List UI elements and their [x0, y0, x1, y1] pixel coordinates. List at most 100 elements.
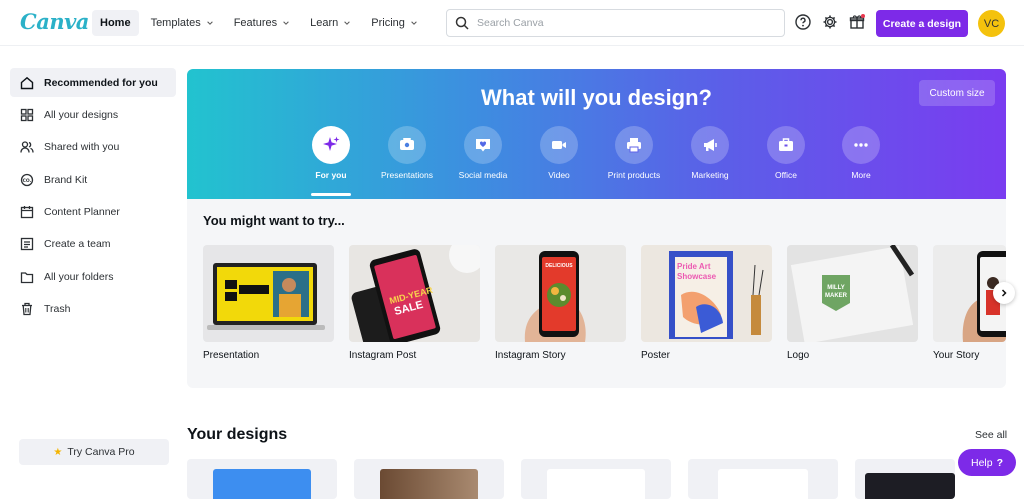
logo-thumb-text-2: MAKER	[825, 293, 848, 299]
suggestion-card-instagram-post[interactable]: MID-YEAR SALE Instagram Post	[349, 245, 480, 361]
poster-thumb-text-1: Pride Art	[677, 262, 711, 271]
help-label: Help	[970, 456, 993, 469]
team-icon	[20, 238, 34, 251]
avatar[interactable]: VC	[978, 10, 1005, 37]
category-label: Presentations	[381, 170, 433, 180]
suggestion-card-poster[interactable]: Pride Art Showcase Poster	[641, 245, 772, 361]
suggestion-card-presentation[interactable]: Presentation	[203, 245, 334, 361]
category-presentations[interactable]: Presentations	[368, 126, 446, 180]
video-icon	[552, 141, 566, 149]
sidebar-item-label: Shared with you	[44, 141, 120, 154]
search-bar[interactable]	[446, 9, 785, 37]
category-circle	[540, 126, 578, 164]
sidebar-item-trash[interactable]: Trash	[10, 295, 176, 324]
help-circle-icon[interactable]	[794, 13, 812, 31]
top-bar: Canva Home Templates Features Learn Pric…	[0, 0, 1024, 46]
gear-icon[interactable]	[821, 13, 839, 31]
sidebar-item-label: All your designs	[44, 108, 119, 121]
design-card[interactable]	[521, 459, 671, 499]
canva-logo[interactable]: Canva	[20, 9, 89, 34]
sidebar-item-all-designs[interactable]: All your designs	[10, 100, 176, 129]
trash-icon	[22, 303, 32, 316]
sidebar-item-label: Trash	[44, 303, 71, 316]
instagram-post-thumbnail: MID-YEAR SALE	[349, 245, 480, 342]
nav-pricing-label: Pricing	[371, 17, 405, 29]
category-circle	[767, 126, 805, 164]
sidebar-item-shared[interactable]: Shared with you	[10, 133, 176, 162]
category-more[interactable]: More	[822, 126, 900, 180]
more-icon	[854, 143, 868, 147]
search-input[interactable]	[477, 17, 767, 29]
category-label: Marketing	[691, 170, 729, 180]
try-canva-pro-button[interactable]: ★ Try Canva Pro	[19, 439, 169, 465]
design-card[interactable]	[688, 459, 838, 499]
see-all-link[interactable]: See all	[975, 429, 1007, 441]
nav-home[interactable]: Home	[92, 10, 139, 36]
card-label: Logo	[787, 350, 810, 361]
category-for-you[interactable]: For you	[292, 126, 370, 180]
category-label: Social media	[458, 170, 508, 180]
nav-features[interactable]: Features	[226, 10, 298, 36]
card-label: Presentation	[203, 350, 260, 361]
category-circle	[464, 126, 502, 164]
suggestion-card-logo[interactable]: MILLY MAKER Logo	[787, 245, 918, 361]
category-circle	[312, 126, 350, 164]
custom-size-button[interactable]: Custom size	[919, 80, 995, 106]
logo-thumbnail: MILLY MAKER	[787, 245, 918, 342]
category-print-products[interactable]: Print products	[595, 126, 673, 180]
sidebar-item-content-planner[interactable]: Content Planner	[10, 198, 176, 227]
chevron-down-icon	[283, 21, 289, 25]
card-label: Instagram Story	[495, 350, 566, 361]
category-video[interactable]: Video	[520, 126, 598, 180]
sidebar: Recommended for you All your designs Sha…	[10, 68, 176, 327]
svg-text:CO.: CO.	[23, 178, 32, 184]
design-thumbnail	[547, 469, 645, 499]
sparkle-icon	[323, 136, 340, 151]
home-icon	[20, 76, 34, 89]
poster-thumbnail: Pride Art Showcase	[641, 245, 772, 342]
category-social-media[interactable]: Social media	[444, 126, 522, 180]
chevron-right-icon	[1001, 289, 1007, 297]
calendar-icon	[20, 206, 34, 219]
nav-templates[interactable]: Templates	[143, 10, 222, 36]
nav-features-label: Features	[233, 17, 278, 29]
gift-icon[interactable]	[848, 13, 866, 31]
design-card[interactable]	[855, 459, 955, 499]
nav-learn[interactable]: Learn	[302, 10, 359, 36]
suggestions-title: You might want to try...	[203, 213, 345, 228]
your-designs-heading: Your designs	[187, 426, 288, 443]
megaphone-icon	[704, 139, 717, 151]
sidebar-item-folders[interactable]: All your folders	[10, 262, 176, 291]
design-thumbnail	[213, 469, 311, 499]
design-thumbnail	[865, 473, 955, 499]
category-marketing[interactable]: Marketing	[671, 126, 749, 180]
design-card[interactable]	[187, 459, 337, 499]
carousel-next-button[interactable]	[993, 282, 1015, 304]
chevron-down-icon	[344, 21, 351, 25]
hero-title: What will you design?	[481, 85, 712, 110]
create-design-button[interactable]: Create a design	[876, 10, 968, 37]
category-label: Print products	[607, 170, 661, 180]
instagram-story-thumbnail: DELICIOUS	[495, 245, 626, 342]
presentation-icon	[400, 138, 414, 150]
briefcase-icon	[779, 138, 793, 151]
users-icon	[20, 141, 34, 153]
sidebar-item-brand-kit[interactable]: CO. Brand Kit	[10, 165, 176, 194]
design-thumbnail	[380, 469, 478, 499]
sidebar-item-create-team[interactable]: Create a team	[10, 230, 176, 259]
try-pro-label: Try Canva Pro	[67, 446, 135, 458]
help-button[interactable]: Help ?	[958, 449, 1016, 476]
brand-kit-icon: CO.	[20, 173, 34, 186]
heart-icon	[476, 139, 490, 152]
sidebar-item-recommended[interactable]: Recommended for you	[10, 68, 176, 97]
suggestion-card-your-story[interactable]: Your Story	[933, 245, 1006, 361]
sidebar-item-label: Recommended for you	[44, 76, 158, 89]
card-label: Poster	[641, 350, 670, 361]
category-circle	[615, 126, 653, 164]
category-office[interactable]: Office	[747, 126, 825, 180]
nav-templates-label: Templates	[150, 17, 201, 29]
suggestion-card-instagram-story[interactable]: DELICIOUS Instagram Story	[495, 245, 626, 361]
design-card[interactable]	[354, 459, 504, 499]
category-circle	[842, 126, 880, 164]
nav-pricing[interactable]: Pricing	[363, 10, 426, 36]
